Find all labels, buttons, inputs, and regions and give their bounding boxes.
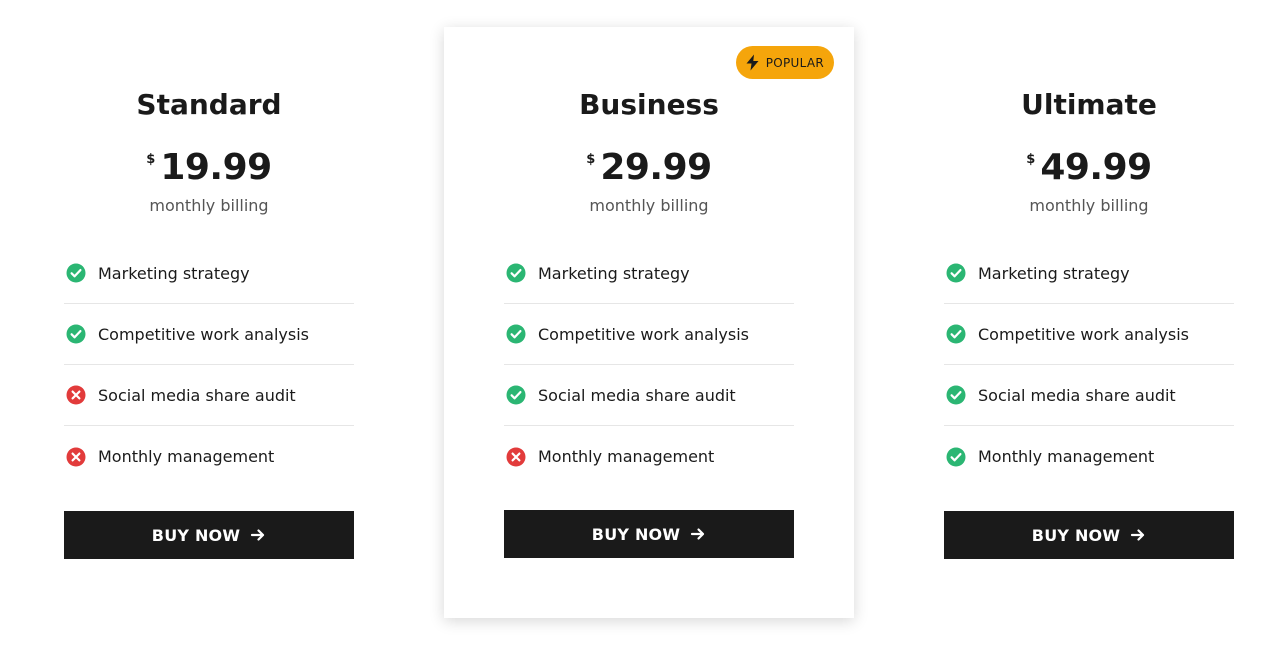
pricing-card-standard: Standard $ 19.99 monthly billing Marketi… bbox=[4, 27, 414, 618]
feature-list: Marketing strategy Competitive work analy… bbox=[504, 243, 794, 487]
plan-name: Ultimate bbox=[1021, 88, 1157, 121]
billing-period: monthly billing bbox=[149, 196, 269, 215]
feature-label: Marketing strategy bbox=[978, 263, 1130, 283]
feature-item: Monthly management bbox=[64, 426, 354, 487]
check-circle-icon bbox=[946, 324, 966, 344]
feature-label: Competitive work analysis bbox=[978, 324, 1189, 344]
billing-period: monthly billing bbox=[1029, 196, 1149, 215]
buy-now-button[interactable]: BUY NOW bbox=[944, 511, 1234, 559]
x-circle-icon bbox=[66, 385, 86, 405]
currency-symbol: $ bbox=[586, 152, 596, 167]
feature-label: Competitive work analysis bbox=[98, 324, 309, 344]
feature-item: Social media share audit bbox=[64, 365, 354, 426]
plan-price: $ 29.99 bbox=[444, 145, 854, 191]
check-circle-icon bbox=[946, 263, 966, 283]
badge-label: POPULAR bbox=[765, 55, 824, 70]
check-circle-icon bbox=[506, 385, 526, 405]
feature-item: Marketing strategy bbox=[944, 243, 1234, 304]
check-circle-icon bbox=[946, 447, 966, 466]
feature-label: Social media share audit bbox=[538, 385, 736, 405]
plan-name: Business bbox=[579, 88, 719, 121]
plan-price: $ 19.99 bbox=[4, 145, 414, 191]
feature-label: Marketing strategy bbox=[98, 263, 250, 283]
price-amount: 29.99 bbox=[600, 147, 712, 188]
check-circle-icon bbox=[506, 324, 526, 344]
currency-symbol: $ bbox=[146, 152, 156, 167]
lightning-bolt-icon bbox=[746, 54, 759, 71]
price-amount: 19.99 bbox=[160, 147, 272, 188]
plan-name: Standard bbox=[136, 88, 282, 121]
popular-badge: POPULAR bbox=[735, 46, 834, 79]
feature-item: Marketing strategy bbox=[64, 243, 354, 304]
feature-item: Competitive work analysis bbox=[64, 304, 354, 365]
feature-label: Monthly management bbox=[538, 447, 715, 466]
check-circle-icon bbox=[946, 385, 966, 405]
feature-label: Monthly management bbox=[98, 447, 275, 466]
buy-now-button[interactable]: BUY NOW bbox=[64, 511, 354, 559]
check-circle-icon bbox=[66, 324, 86, 344]
feature-item: Competitive work analysis bbox=[504, 304, 794, 365]
feature-label: Social media share audit bbox=[98, 385, 296, 405]
billing-period: monthly billing bbox=[589, 196, 709, 215]
x-circle-icon bbox=[66, 447, 86, 466]
buy-now-label: BUY NOW bbox=[151, 525, 241, 545]
pricing-card-ultimate: Ultimate $ 49.99 monthly billing Marketi… bbox=[884, 27, 1286, 618]
check-circle-icon bbox=[66, 263, 86, 283]
feature-list: Marketing strategy Competitive work analy… bbox=[944, 243, 1234, 487]
buy-now-label: BUY NOW bbox=[1031, 525, 1121, 545]
arrow-right-icon bbox=[691, 528, 705, 540]
feature-label: Marketing strategy bbox=[538, 263, 690, 283]
buy-now-label: BUY NOW bbox=[591, 524, 681, 544]
feature-item: Social media share audit bbox=[504, 365, 794, 426]
pricing-section: Standard $ 19.99 monthly billing Marketi… bbox=[0, 0, 1286, 645]
arrow-right-icon bbox=[251, 529, 265, 541]
pricing-card-business: POPULAR Business $ 29.99 monthly billing… bbox=[444, 27, 854, 618]
feature-item: Competitive work analysis bbox=[944, 304, 1234, 365]
feature-label: Competitive work analysis bbox=[538, 324, 749, 344]
check-circle-icon bbox=[506, 263, 526, 283]
feature-label: Monthly management bbox=[978, 447, 1155, 466]
plan-price: $ 49.99 bbox=[884, 145, 1286, 191]
feature-item: Social media share audit bbox=[944, 365, 1234, 426]
arrow-right-icon bbox=[1131, 529, 1145, 541]
price-amount: 49.99 bbox=[1040, 147, 1152, 188]
feature-list: Marketing strategy Competitive work analy… bbox=[64, 243, 354, 487]
x-circle-icon bbox=[506, 447, 526, 466]
feature-item: Marketing strategy bbox=[504, 243, 794, 304]
feature-item: Monthly management bbox=[944, 426, 1234, 487]
buy-now-button[interactable]: BUY NOW bbox=[504, 510, 794, 558]
feature-item: Monthly management bbox=[504, 426, 794, 487]
feature-label: Social media share audit bbox=[978, 385, 1176, 405]
currency-symbol: $ bbox=[1026, 152, 1036, 167]
